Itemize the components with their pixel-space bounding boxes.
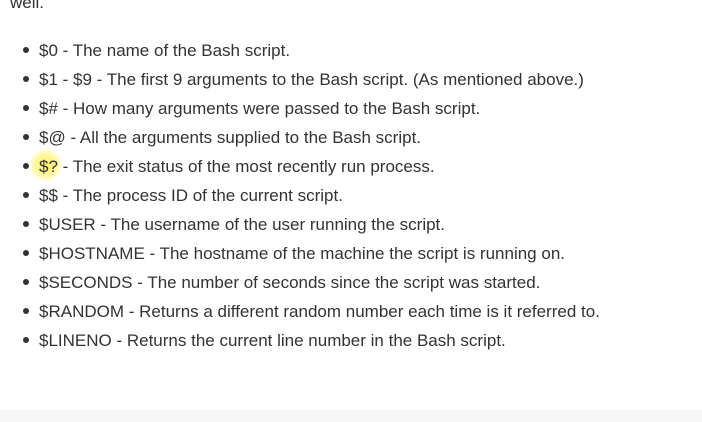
bullet-icon bbox=[23, 279, 29, 285]
variable-description: - The hostname of the machine the script… bbox=[144, 244, 565, 263]
list-item: $1 - $9 - The first 9 arguments to the B… bbox=[22, 69, 622, 90]
variable-description: - Returns a different random number each… bbox=[124, 302, 600, 321]
bullet-icon bbox=[23, 47, 29, 53]
variable-description: - How many arguments were passed to the … bbox=[57, 99, 481, 118]
variable-name: $# bbox=[39, 99, 58, 118]
list-item: $RANDOM - Returns a different random num… bbox=[22, 301, 622, 322]
variable-description: - All the arguments supplied to the Bash… bbox=[65, 128, 422, 147]
bullet-icon bbox=[23, 250, 29, 256]
variable-description: - The username of the user running the s… bbox=[95, 215, 446, 234]
variable-name: $USER bbox=[39, 215, 96, 234]
list-item: $# - How many arguments were passed to t… bbox=[22, 98, 622, 119]
variable-name: $$ bbox=[39, 186, 58, 205]
bullet-icon bbox=[23, 76, 29, 82]
list-item: $USER - The username of the user running… bbox=[22, 214, 622, 235]
variable-description: - The process ID of the current script. bbox=[57, 186, 343, 205]
list-item: $? - The exit status of the most recentl… bbox=[22, 148, 622, 182]
variable-description: - The number of seconds since the script… bbox=[132, 273, 541, 292]
list-item: $0 - The name of the Bash script. bbox=[22, 40, 622, 61]
list-item: $$ - The process ID of the current scrip… bbox=[22, 185, 622, 206]
document-page: well. $0 - The name of the Bash script. … bbox=[0, 0, 702, 422]
variable-name: $1 - $9 bbox=[39, 70, 92, 89]
variable-name: $LINENO bbox=[39, 331, 112, 350]
list-item: $HOSTNAME - The hostname of the machine … bbox=[22, 243, 622, 264]
partial-text-line: well. bbox=[10, 0, 45, 12]
variable-name: $@ bbox=[39, 128, 66, 147]
cursor-highlight-wrap: $? bbox=[29, 148, 63, 182]
bullet-icon bbox=[23, 308, 29, 314]
bullet-icon bbox=[23, 105, 29, 111]
bullet-icon bbox=[23, 337, 29, 343]
variable-name: $? bbox=[39, 157, 58, 176]
variable-name: $0 bbox=[39, 41, 58, 60]
variable-name: $RANDOM bbox=[39, 302, 125, 321]
list-item: $LINENO - Returns the current line numbe… bbox=[22, 330, 622, 351]
footer-strip bbox=[0, 410, 702, 422]
variable-description: - The first 9 arguments to the Bash scri… bbox=[91, 70, 584, 89]
bullet-icon bbox=[23, 192, 29, 198]
list-item: $SECONDS - The number of seconds since t… bbox=[22, 272, 622, 293]
variable-name: $HOSTNAME bbox=[39, 244, 145, 263]
list-item: $@ - All the arguments supplied to the B… bbox=[22, 127, 622, 148]
variable-description: - Returns the current line number in the… bbox=[111, 331, 506, 350]
bullet-icon bbox=[23, 134, 29, 140]
variable-description: - The name of the Bash script. bbox=[57, 41, 291, 60]
variable-description: - The exit status of the most recently r… bbox=[57, 157, 435, 176]
variable-name: $SECONDS bbox=[39, 273, 133, 292]
bullet-icon bbox=[23, 221, 29, 227]
bash-variables-list: $0 - The name of the Bash script. $1 - $… bbox=[22, 40, 622, 359]
